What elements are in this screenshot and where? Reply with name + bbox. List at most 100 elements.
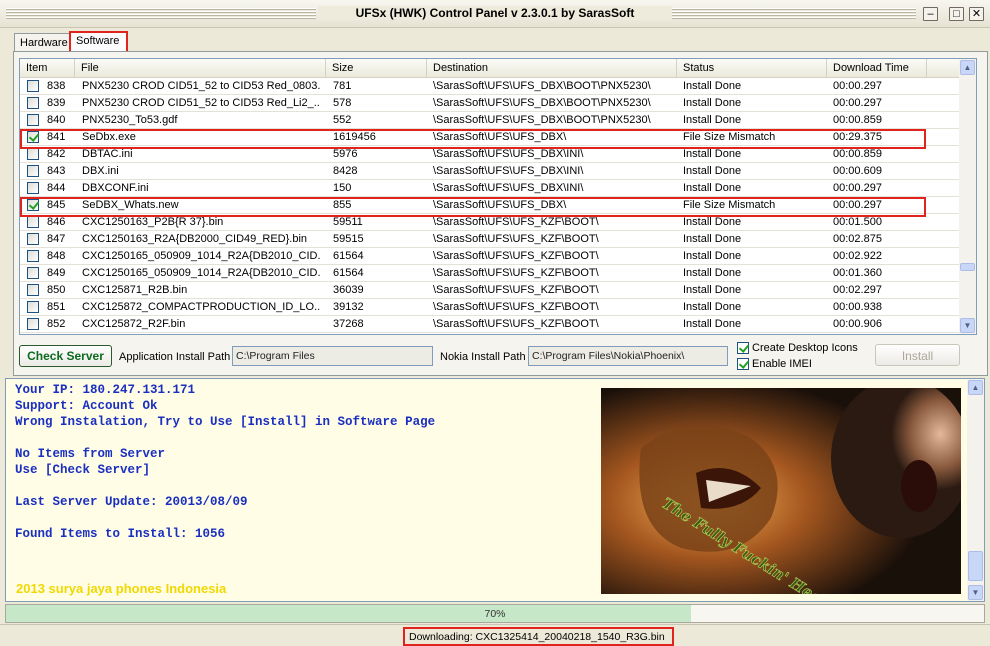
scroll-up-icon[interactable]: ▲ xyxy=(960,60,975,75)
cell-time: 00:00.938 xyxy=(833,301,882,313)
tab-software[interactable]: Software xyxy=(69,31,128,53)
table-row[interactable]: 850 CXC125871_R2B.bin 36039 \SarasSoft\UFS\… xyxy=(20,282,961,299)
row-checkbox[interactable] xyxy=(27,318,39,330)
table-row[interactable]: 840 PNX5230_To53.gdf 552 \SarasSoft\UFS\UFS… xyxy=(20,112,961,129)
window-title: UFSx (HWK) Control Panel v 2.3.0.1 by Sa… xyxy=(318,6,672,20)
cell-dest: \SarasSoft\UFS\UFS_KZF\BOOT\ xyxy=(433,267,599,279)
cell-time: 00:02.875 xyxy=(833,233,882,245)
maximize-button[interactable]: □ xyxy=(949,7,964,21)
cell-status: Install Done xyxy=(683,318,742,330)
cell-file: CXC1250165_050909_1014_R2A{DB2010_CID... xyxy=(82,267,320,279)
cell-time: 00:02.922 xyxy=(833,250,882,262)
column-header-destination[interactable]: Destination xyxy=(427,59,677,78)
list-header: Item File Size Destination Status Downlo… xyxy=(20,59,961,78)
nokia-install-path-field[interactable]: C:\Program Files\Nokia\Phoenix\ xyxy=(528,346,728,366)
column-header-size[interactable]: Size xyxy=(326,59,427,78)
log-line: Support: Account Ok xyxy=(15,399,158,413)
row-checkbox[interactable] xyxy=(27,148,39,160)
cell-dest: \SarasSoft\UFS\UFS_DBX\INI\ xyxy=(433,182,584,194)
cell-file: DBXCONF.ini xyxy=(82,182,149,194)
enable-imei-checkbox[interactable] xyxy=(737,358,749,370)
table-row[interactable]: 852 CXC125872_R2F.bin 37268 \SarasSoft\UFS\… xyxy=(20,316,961,333)
row-checkbox[interactable] xyxy=(27,97,39,109)
cell-status: Install Done xyxy=(683,301,742,313)
cell-file: PNX5230_To53.gdf xyxy=(82,114,178,126)
cell-dest: \SarasSoft\UFS\UFS_DBX\BOOT\PNX5230\ xyxy=(433,80,651,92)
column-header-status[interactable]: Status xyxy=(677,59,827,78)
table-row[interactable]: 839 PNX5230 CROD CID51_52 to CID53 Red_Li… xyxy=(20,95,961,112)
title-bar: UFSx (HWK) Control Panel v 2.3.0.1 by Sa… xyxy=(0,0,990,28)
column-header-download-time[interactable]: Download Time xyxy=(827,59,927,78)
row-checkbox[interactable] xyxy=(27,114,39,126)
row-checkbox[interactable] xyxy=(27,284,39,296)
poster-artwork: The Fully Fuckin' Headache Lion xyxy=(601,388,961,594)
cell-file: CXC125872_COMPACTPRODUCTION_ID_LO... xyxy=(82,301,320,313)
footer-credit: 2013 surya jaya phones Indonesia xyxy=(16,581,227,596)
row-checkbox[interactable] xyxy=(27,250,39,262)
table-row[interactable]: 844 DBXCONF.ini 150 \SarasSoft\UFS\UFS_DBX\… xyxy=(20,180,961,197)
status-bar: Downloading: CXC1325414_20040218_1540_R3… xyxy=(0,624,990,646)
row-checkbox[interactable] xyxy=(27,216,39,228)
log-vertical-scrollbar[interactable]: ▲ ▼ xyxy=(967,379,984,601)
highlight-box-row-845 xyxy=(20,197,926,217)
cell-file: PNX5230 CROD CID51_52 to CID53 Red_0803.… xyxy=(82,80,320,92)
create-desktop-icons-checkbox[interactable] xyxy=(737,342,749,354)
log-line: Wrong Instalation, Try to Use [Install] … xyxy=(15,415,436,429)
cell-status: Install Done xyxy=(683,97,742,109)
install-button[interactable]: Install xyxy=(875,344,960,366)
cell-dest: \SarasSoft\UFS\UFS_DBX\INI\ xyxy=(433,148,584,160)
table-row[interactable]: 849 CXC1250165_050909_1014_R2A{DB2010_CID… xyxy=(20,265,961,282)
nokia-install-path-label: Nokia Install Path xyxy=(440,351,526,363)
log-scroll-up-icon[interactable]: ▲ xyxy=(968,380,983,395)
scroll-thumb[interactable] xyxy=(960,263,975,271)
cell-file: DBTAC.ini xyxy=(82,148,133,160)
cell-status: Install Done xyxy=(683,267,742,279)
row-checkbox[interactable] xyxy=(27,267,39,279)
row-checkbox[interactable] xyxy=(27,80,39,92)
row-checkbox[interactable] xyxy=(27,165,39,177)
column-header-file[interactable]: File xyxy=(75,59,326,78)
cell-time: 00:02.297 xyxy=(833,284,882,296)
cell-dest: \SarasSoft\UFS\UFS_KZF\BOOT\ xyxy=(433,318,599,330)
row-checkbox[interactable] xyxy=(27,233,39,245)
table-row[interactable]: 838 PNX5230 CROD CID51_52 to CID53 Red_08… xyxy=(20,78,961,95)
status-downloading-text: Downloading: CXC1325414_20040218_1540_R3… xyxy=(403,627,674,646)
cell-status: Install Done xyxy=(683,182,742,194)
cell-status: Install Done xyxy=(683,233,742,245)
progress-label: 70% xyxy=(484,608,506,620)
cell-file: PNX5230 CROD CID51_52 to CID53 Red_Li2_.… xyxy=(82,97,320,109)
column-header-item[interactable]: Item xyxy=(20,59,75,78)
table-row[interactable]: 843 DBX.ini 8428 \SarasSoft\UFS\UFS_DBX\INI… xyxy=(20,163,961,180)
table-row[interactable]: 848 CXC1250165_050909_1014_R2A{DB2010_CID… xyxy=(20,248,961,265)
row-checkbox[interactable] xyxy=(27,182,39,194)
app-install-path-field[interactable]: C:\Program Files xyxy=(232,346,433,366)
cell-time: 00:00.859 xyxy=(833,114,882,126)
log-scroll-thumb[interactable] xyxy=(968,551,983,581)
app-install-path-label: Application Install Path xyxy=(119,351,231,363)
file-list[interactable]: Item File Size Destination Status Downlo… xyxy=(19,58,977,335)
cell-file: CXC1250165_050909_1014_R2A{DB2010_CID... xyxy=(82,250,320,262)
cell-time: 00:00.297 xyxy=(833,97,882,109)
cell-status: Install Done xyxy=(683,148,742,160)
highlight-box-row-841 xyxy=(20,129,926,149)
table-row[interactable]: 851 CXC125872_COMPACTPRODUCTION_ID_LO... 3… xyxy=(20,299,961,316)
cell-time: 00:00.859 xyxy=(833,148,882,160)
list-vertical-scrollbar[interactable]: ▲ ▼ xyxy=(959,59,976,334)
cell-dest: \SarasSoft\UFS\UFS_DBX\INI\ xyxy=(433,165,584,177)
cell-dest: \SarasSoft\UFS\UFS_DBX\BOOT\PNX5230\ xyxy=(433,114,651,126)
cell-dest: \SarasSoft\UFS\UFS_DBX\BOOT\PNX5230\ xyxy=(433,97,651,109)
cell-status: Install Done xyxy=(683,284,742,296)
row-checkbox[interactable] xyxy=(27,301,39,313)
close-button[interactable]: ✕ xyxy=(969,7,984,21)
scroll-down-icon[interactable]: ▼ xyxy=(960,318,975,333)
minimize-button[interactable]: – xyxy=(923,7,938,21)
cell-time: 00:00.297 xyxy=(833,80,882,92)
log-scroll-down-icon[interactable]: ▼ xyxy=(968,585,983,600)
table-row[interactable]: 847 CXC1250163_R2A{DB2000_CID49_RED}.bin 5… xyxy=(20,231,961,248)
check-server-button[interactable]: Check Server xyxy=(19,345,112,367)
cell-file: CXC1250163_R2A{DB2000_CID49_RED}.bin xyxy=(82,233,308,245)
tab-hardware[interactable]: Hardware xyxy=(14,33,70,52)
lion-poster-image: The Fully Fuckin' Headache Lion xyxy=(601,388,961,594)
log-line: Your IP: 180.247.131.171 xyxy=(15,383,196,397)
cell-status: Install Done xyxy=(683,114,742,126)
